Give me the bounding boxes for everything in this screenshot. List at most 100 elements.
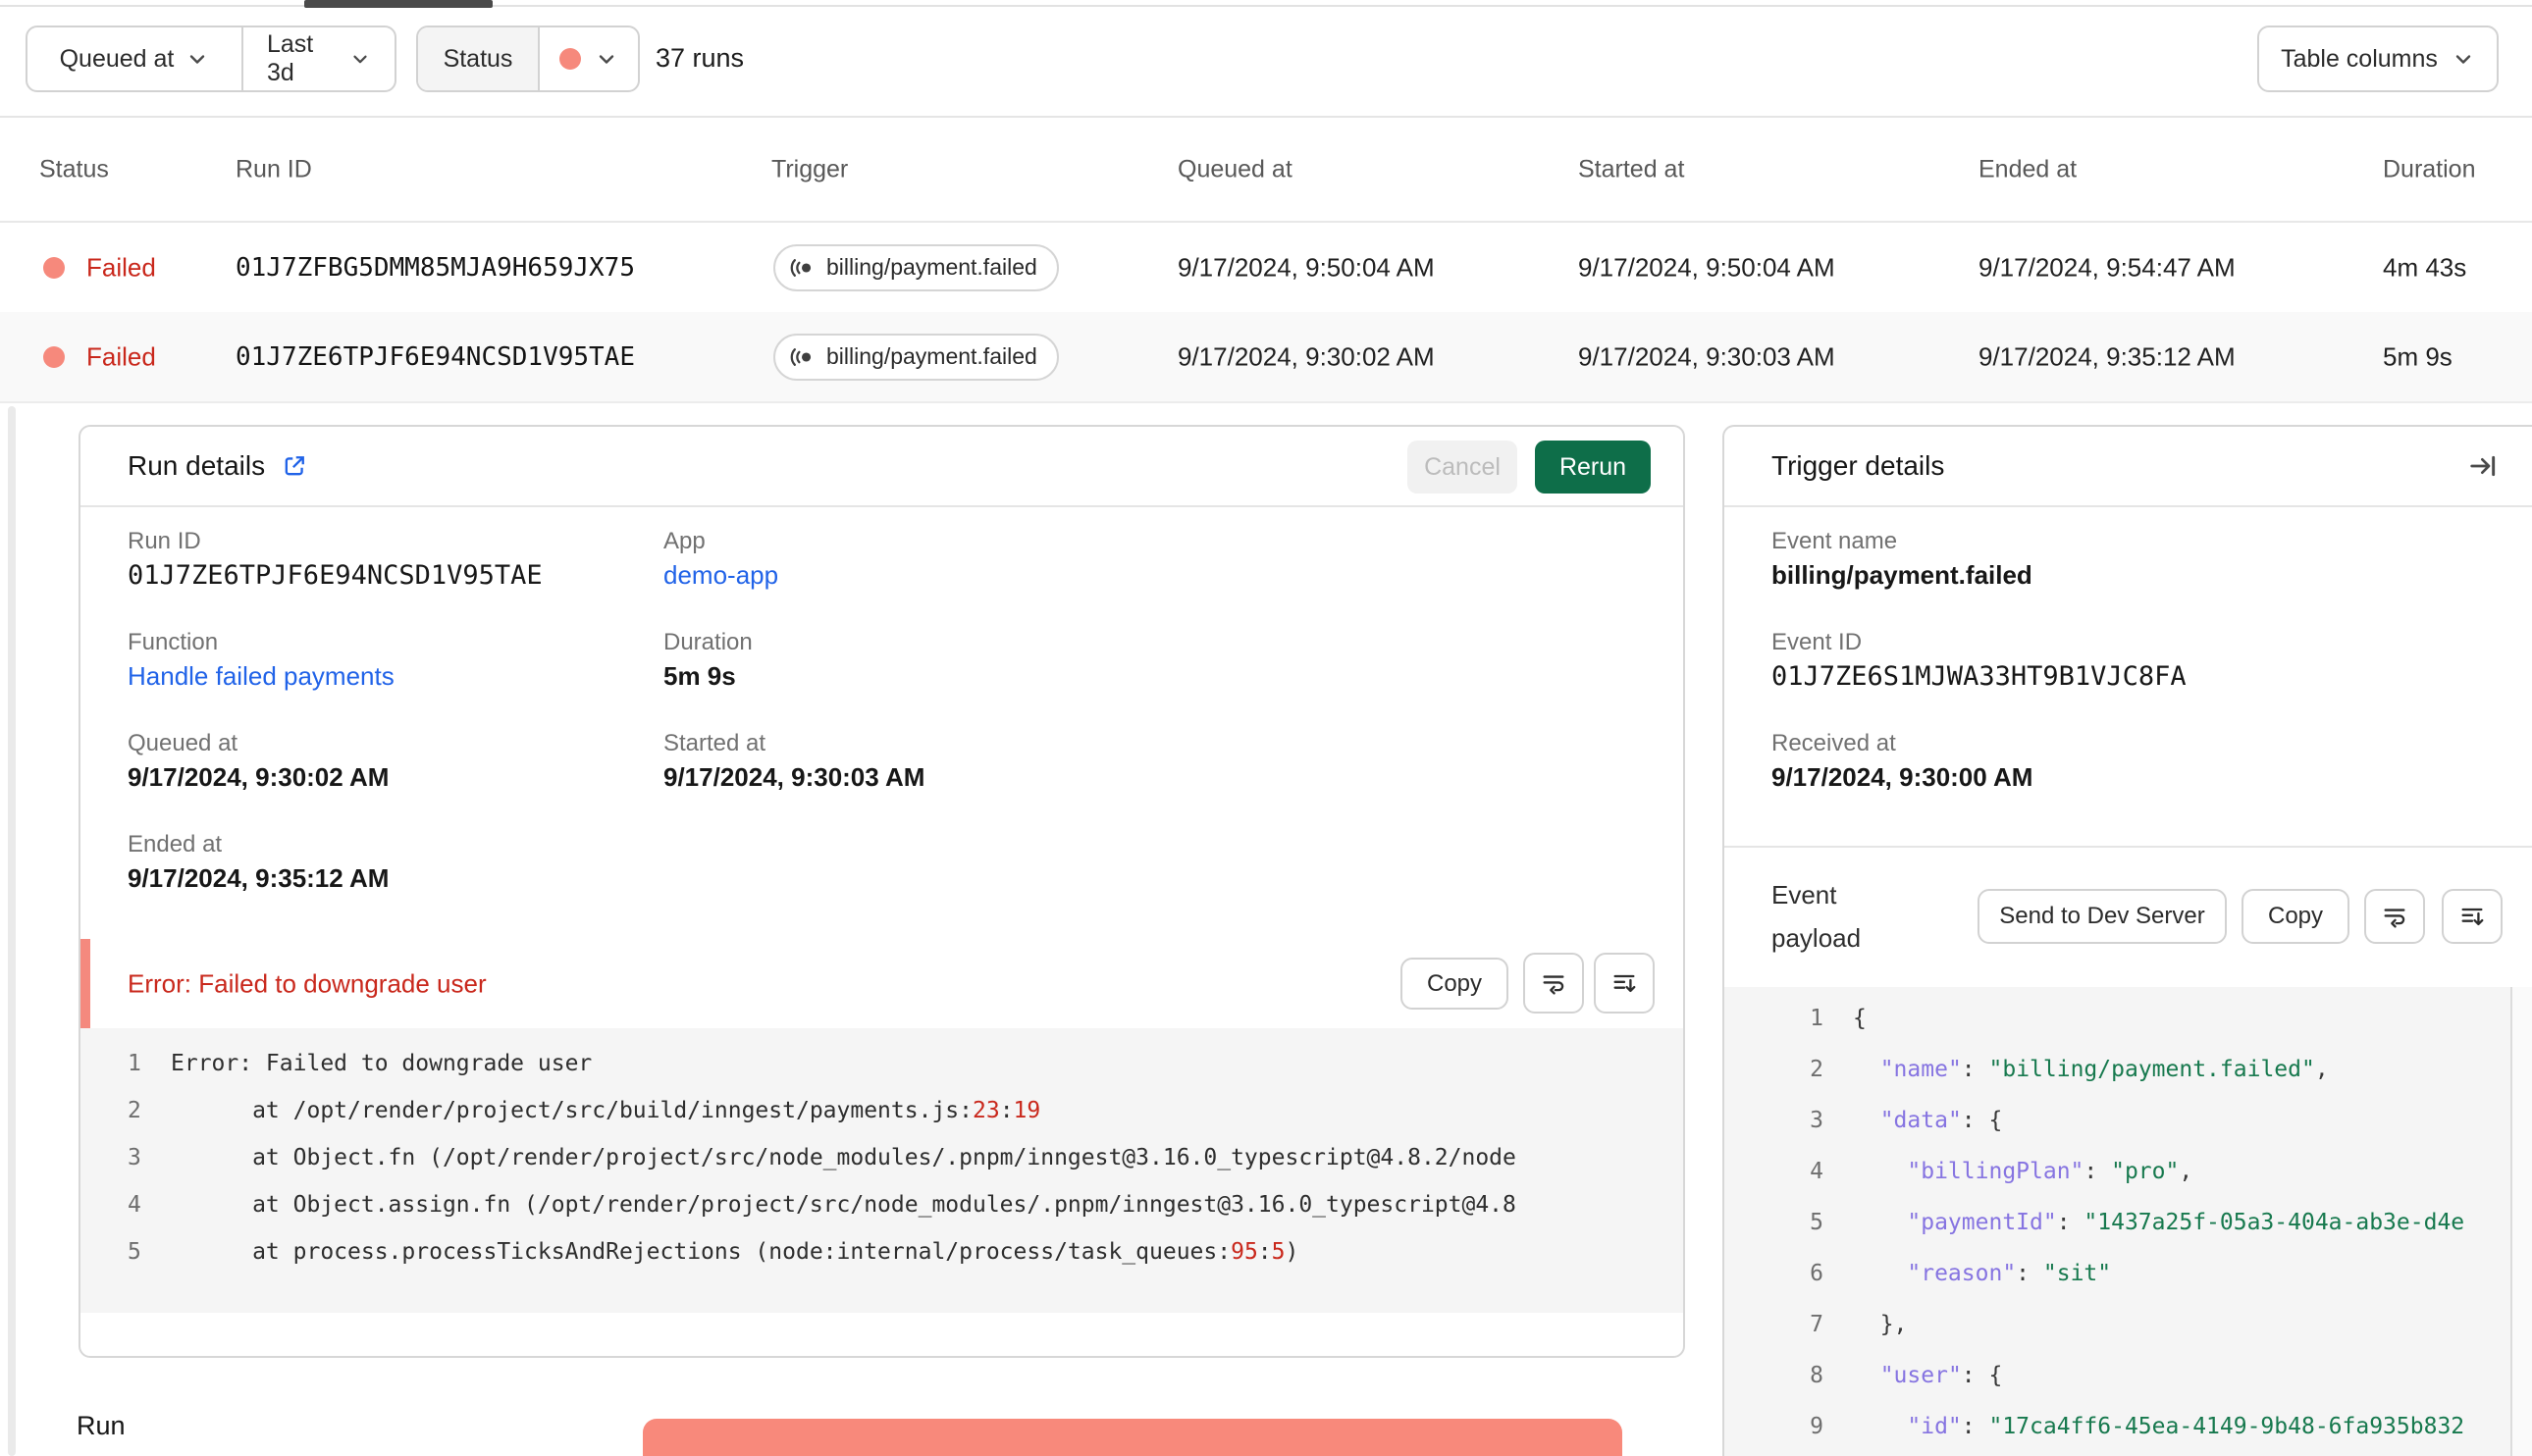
event-id-value: 01J7ZE6S1MJWA33HT9B1VJC8FA	[1771, 661, 2187, 692]
code-line: 2 at /opt/render/project/src/build/innge…	[128, 1098, 1041, 1123]
external-link-icon[interactable]	[281, 452, 308, 480]
error-accent-bar	[80, 939, 90, 1028]
stack-trace-block: 1 Error: Failed to downgrade user 2 at /op…	[80, 1028, 1683, 1313]
event-pulse-icon	[790, 258, 812, 277]
run-id: 01J7ZE6TPJF6E94NCSD1V95TAE	[236, 341, 635, 372]
duration-cell: 4m 43s	[2383, 252, 2467, 282]
trigger-badge-label: billing/payment.failed	[826, 343, 1037, 369]
trigger-details-title: Trigger details	[1771, 450, 1945, 481]
table-columns-label: Table columns	[2281, 44, 2438, 73]
cancel-button[interactable]: Cancel	[1407, 441, 1517, 494]
status-filter-label: Status	[418, 27, 538, 90]
ended-at-label: Ended at	[128, 831, 223, 858]
top-scrollbar-thumb[interactable]	[304, 0, 493, 8]
ended-at-cell: 9/17/2024, 9:35:12 AM	[1978, 341, 2236, 371]
error-title: Error: Failed to downgrade user	[128, 968, 487, 998]
duration-cell: 5m 9s	[2383, 341, 2453, 371]
started-at-label: Started at	[663, 730, 766, 756]
run-id-value: 01J7ZE6TPJF6E94NCSD1V95TAE	[128, 560, 543, 591]
event-name-value: billing/payment.failed	[1771, 560, 2032, 590]
started-at-value: 9/17/2024, 9:30:03 AM	[663, 762, 925, 792]
trigger-badge-label: billing/payment.failed	[826, 254, 1037, 280]
timeline-run-bar[interactable]	[643, 1419, 1622, 1456]
event-name-label: Event name	[1771, 528, 1898, 554]
status-filter-group: Status	[416, 26, 640, 92]
queued-at-label: Queued at	[128, 730, 238, 756]
failed-status-dot-icon	[43, 345, 65, 368]
chevron-down-icon	[353, 55, 367, 64]
expand-down-icon	[2461, 908, 2484, 926]
table-row[interactable]: Failed 01J7ZFBG5DMM85MJA9H659JX75 billin…	[0, 223, 2532, 314]
queued-at-value: 9/17/2024, 9:30:02 AM	[128, 762, 390, 792]
expand-output-button[interactable]	[1594, 953, 1655, 1014]
code-line: 10 }	[1724, 1452, 2510, 1456]
time-range-dropdown[interactable]: Last 3d	[241, 27, 395, 90]
word-wrap-icon	[2384, 909, 2405, 928]
function-link[interactable]: Handle failed payments	[128, 661, 395, 692]
trigger-badge[interactable]: billing/payment.failed	[773, 243, 1059, 291]
col-queued-at: Queued at	[1178, 155, 1292, 182]
status-badge: Failed	[86, 252, 156, 282]
expand-down-icon	[1613, 974, 1636, 993]
col-started-at: Started at	[1578, 155, 1685, 182]
code-line: 6 "reason": "sit"	[1810, 1261, 2112, 1286]
collapse-panel-icon[interactable]	[2467, 450, 2499, 482]
word-wrap-icon	[1543, 975, 1564, 995]
code-line: 9 "id": "17ca4ff6-45ea-4149-9b48-6fa935b…	[1810, 1414, 2465, 1439]
trigger-details-panel: Trigger details Event name billing/payme…	[1722, 425, 2532, 1456]
filters-toolbar: Queued at Last 3d Status 37 runs Table c…	[0, 8, 2532, 118]
code-line: 5 at process.processTicksAndRejections (…	[128, 1239, 1299, 1265]
runs-count: 37 runs	[656, 43, 745, 73]
rerun-button[interactable]: Rerun	[1535, 441, 1651, 494]
col-trigger: Trigger	[771, 155, 849, 182]
table-columns-button[interactable]: Table columns	[2257, 26, 2499, 92]
function-label: Function	[128, 629, 219, 655]
ended-at-cell: 9/17/2024, 9:54:47 AM	[1978, 252, 2236, 282]
app-label: App	[663, 528, 706, 554]
started-at-cell: 9/17/2024, 9:50:04 AM	[1578, 252, 1835, 282]
trigger-details-header: Trigger details	[1724, 427, 2532, 507]
failed-status-dot-icon	[559, 48, 581, 70]
status-filter-dropdown[interactable]	[538, 27, 638, 90]
code-line: 8 "user": {	[1810, 1363, 2003, 1388]
chevron-down-icon	[599, 55, 614, 64]
run-details-header: Run details Cancel Rerun	[80, 427, 1683, 507]
runs-table-header: Status Run ID Trigger Queued at Started …	[0, 118, 2532, 223]
chevron-down-icon	[190, 55, 205, 64]
trigger-badge[interactable]: billing/payment.failed	[773, 333, 1059, 381]
event-payload-header: Event payload Send to Dev Server Copy	[1724, 846, 2532, 989]
expand-output-button[interactable]	[2442, 889, 2503, 944]
time-field-dropdown[interactable]: Queued at	[27, 27, 241, 90]
duration-label: Duration	[663, 629, 753, 655]
chevron-down-icon	[2455, 55, 2471, 64]
code-line: 2 "name": "billing/payment.failed",	[1810, 1057, 2329, 1082]
table-row[interactable]: Failed 01J7ZE6TPJF6E94NCSD1V95TAE billin…	[0, 312, 2532, 403]
copy-payload-button[interactable]: Copy	[2242, 889, 2349, 944]
code-line: 1{	[1810, 1006, 1867, 1031]
run-id-label: Run ID	[128, 528, 201, 554]
col-duration: Duration	[2383, 155, 2476, 182]
queued-at-cell: 9/17/2024, 9:30:02 AM	[1178, 341, 1435, 371]
error-section-header: Error: Failed to downgrade user Copy	[80, 939, 1683, 1028]
code-line: 7 },	[1810, 1312, 1908, 1337]
run-details-panel: Run details Cancel Rerun Run ID 01J7ZE6T…	[79, 425, 1685, 1358]
received-at-label: Received at	[1771, 730, 1896, 756]
failed-status-dot-icon	[43, 256, 65, 279]
time-filter-group: Queued at Last 3d	[26, 26, 396, 92]
event-pulse-icon	[790, 347, 812, 366]
ended-at-value: 9/17/2024, 9:35:12 AM	[128, 863, 390, 893]
copy-error-button[interactable]: Copy	[1400, 958, 1508, 1010]
queued-at-cell: 9/17/2024, 9:50:04 AM	[1178, 252, 1435, 282]
time-field-label: Queued at	[59, 44, 175, 73]
started-at-cell: 9/17/2024, 9:30:03 AM	[1578, 341, 1835, 371]
word-wrap-button[interactable]	[2364, 889, 2425, 944]
app-link[interactable]: demo-app	[663, 560, 778, 591]
code-line: 3 "data": {	[1810, 1108, 2003, 1133]
run-details-title: Run details	[128, 450, 266, 481]
event-payload-json: 1{ 2 "name": "billing/payment.failed", 3 "…	[1724, 987, 2510, 1456]
payload-scrollbar-gutter[interactable]	[2512, 987, 2532, 1456]
word-wrap-button[interactable]	[1523, 953, 1584, 1014]
send-to-dev-server-button[interactable]: Send to Dev Server	[1978, 889, 2227, 944]
details-scrollbar[interactable]	[8, 406, 16, 1456]
runs-dashboard: Queued at Last 3d Status 37 runs Table c…	[0, 0, 2532, 1456]
